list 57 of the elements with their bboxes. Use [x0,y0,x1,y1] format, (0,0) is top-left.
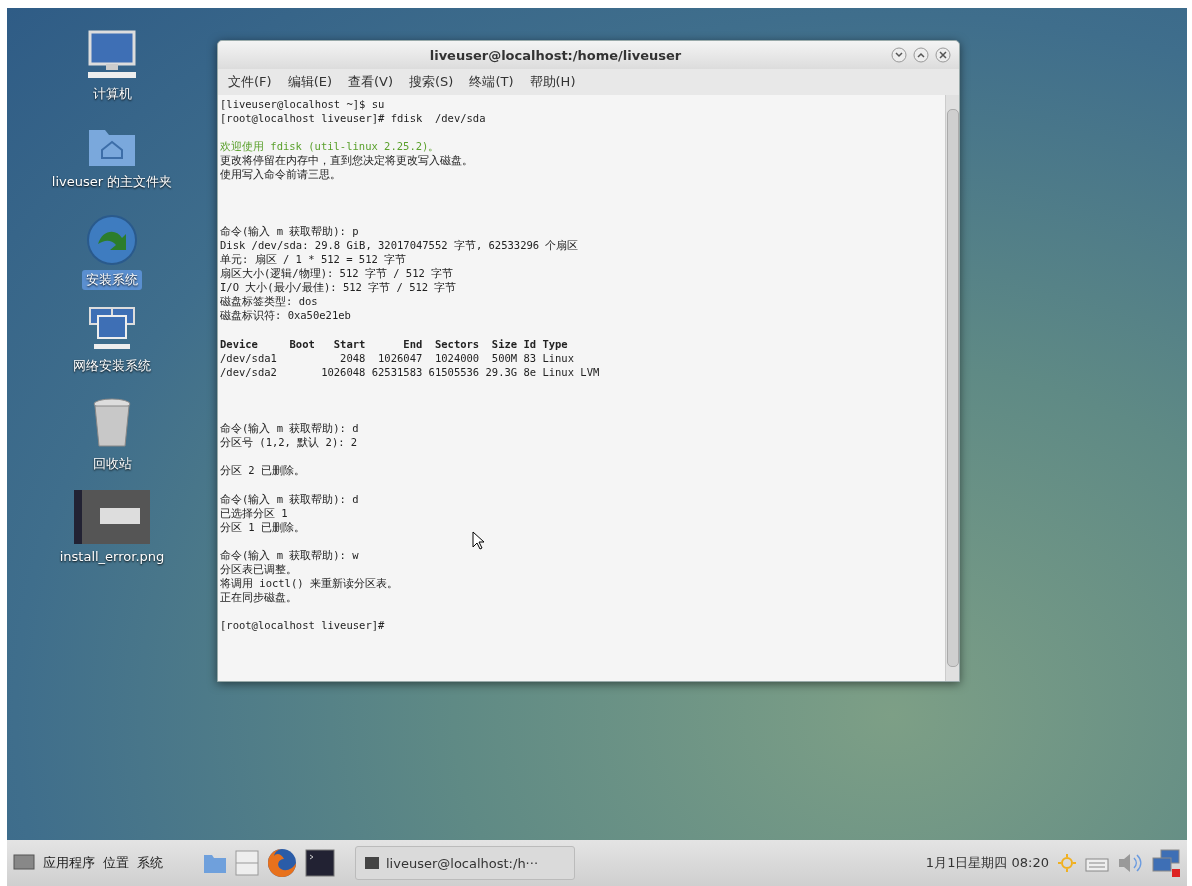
terminal-line: 分区 1 已删除。 [220,519,306,534]
mouse-pointer-icon [472,531,486,551]
clock[interactable]: 1月1日星期四 08:20 [925,854,1049,872]
terminal-line: [liveuser@localhost ~]$ su [220,97,386,112]
menu-item[interactable]: 终端(T) [469,73,514,91]
menu-item[interactable]: 编辑(E) [287,73,332,91]
terminal-line: 命令(输入 m 获取帮助): d [220,491,360,506]
terminal-line: 欢迎使用 fdisk (util-linux 2.25.2)。 [220,139,441,154]
browser-globe-icon[interactable] [267,848,297,878]
terminal-line: 将调用 ioctl() 来重新读分区表。 [220,576,399,591]
terminal-line: I/O 大小(最小/最佳): 512 字节 / 512 字节 [220,280,458,295]
terminal-line: 已选择分区 1 [220,505,289,520]
panel-menu[interactable]: 系统 [137,854,163,872]
minimize-icon[interactable] [891,47,907,63]
close-icon[interactable] [935,47,951,63]
terminal-line: 使用写入命令前请三思。 [220,167,342,182]
desktop-icon-label[interactable]: liveuser 的主文件夹 [47,172,177,192]
terminal-line: [root@localhost liveuser]# fdisk /dev/sda [220,111,487,126]
terminal-line: 单元: 扇区 / 1 * 512 = 512 字节 [220,252,408,267]
terminal-line: Device Boot Start End Sectors Size Id Type [220,336,569,351]
network-computers-icon [86,306,138,352]
terminal-line: 磁盘标识符: 0xa50e21eb [220,308,352,323]
desktop-icon-label[interactable]: 计算机 [88,84,136,104]
terminal-line: 命令(输入 m 获取帮助): p [220,223,360,238]
menu-item[interactable]: 查看(V) [348,73,394,91]
menu-item[interactable]: 帮助(H) [529,73,576,91]
desktop-icon-label[interactable]: install_error.png [55,548,169,565]
panel-menu[interactable]: 位置 [103,854,129,872]
panel-menu[interactable]: 应用程序 [43,854,95,872]
terminal-line: 分区 2 已删除。 [220,463,306,478]
trash-can-icon [91,398,133,450]
terminal-line: Disk /dev/sda: 29.8 GiB, 32017047552 字节, 62533296 个扇区 [220,237,580,253]
terminal-line: 分区表已调整。 [220,562,298,577]
terminal-line: 正在同步磁盘。 [220,590,298,605]
menu-item[interactable]: 文件(F) [228,73,272,91]
computer-icon[interactable] [13,854,35,872]
desktop-icon-label[interactable]: 网络安装系统 [69,356,155,376]
terminal-line: 扇区大小(逻辑/物理): 512 字节 / 512 字节 [220,266,455,281]
terminal-line: [root@localhost liveuser]# [220,618,386,633]
terminal-icon[interactable] [305,849,335,877]
folder-icon[interactable] [203,852,227,874]
terminal-line: 磁盘标签类型: dos [220,294,319,309]
maximize-icon[interactable] [913,47,929,63]
terminal-line: /dev/sda2 1026048 62531583 61505536 29.3G 8e Linux LVM [220,364,601,379]
network-error-icon[interactable] [1151,848,1181,878]
menu-item[interactable]: 搜索(S) [409,73,454,91]
terminal-line: 分区号 (1,2, 默认 2): 2 [220,435,359,450]
speaker-icon[interactable] [1117,852,1143,874]
scrollbar[interactable] [945,95,959,681]
terminal-line: 命令(输入 m 获取帮助): d [220,421,360,436]
terminal-line: 更改将停留在内存中，直到您决定将更改写入磁盘。 [220,153,474,168]
window-title: liveuser@localhost:/home/liveuser [428,47,683,63]
terminal-line: 命令(输入 m 获取帮助): w [220,548,360,563]
terminal-icon [364,856,380,870]
taskbar-button[interactable]: liveuser@localhost:/h··· [355,846,575,880]
terminal-line: /dev/sda1 2048 1026047 1024000 500M 83 Linux [220,350,575,365]
desktop-icon-label[interactable]: 回收站 [88,454,136,474]
